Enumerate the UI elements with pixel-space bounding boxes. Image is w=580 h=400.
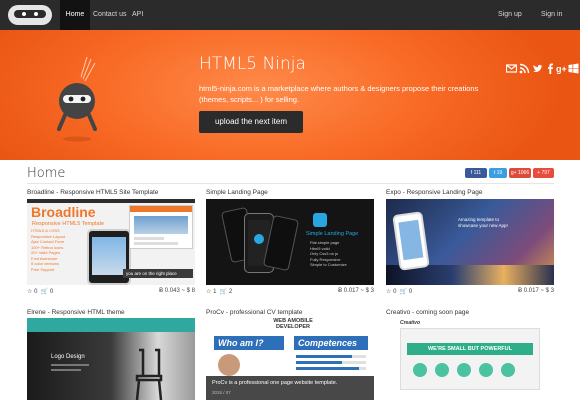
thumb-subtitle: Responsive HTML5 Template — [32, 221, 105, 227]
nav-api[interactable]: API — [132, 0, 143, 30]
skill-bar — [296, 355, 366, 358]
thumb-banner: WE'RE SMALL BUT POWERFUL — [407, 343, 533, 355]
card-price-expo: Ƀ 0.017 ~ $ 3 — [518, 288, 554, 294]
nav-home[interactable]: Home — [60, 0, 90, 30]
thumb-caption: Amazing template to showcase your new Ap… — [458, 217, 508, 228]
card-thumb-simple-landing[interactable]: Simple Landing Page Flat simple page Htm… — [206, 199, 374, 285]
google-plus-icon[interactable]: g+ — [556, 63, 567, 74]
bitcoin-icon: Ƀ — [159, 288, 164, 294]
card-stats-broadline: ☆ 0 🛒 0 — [27, 289, 54, 295]
card-stats-expo: ☆ 0 🛒 0 — [386, 289, 413, 295]
thumb-feature: Free Support — [31, 266, 55, 272]
mail-icon[interactable] — [506, 63, 517, 74]
cart-icon[interactable]: 🛒 — [400, 289, 407, 295]
thumb-who: Who am I? — [214, 336, 284, 350]
tooltip-text: ProCv is a professional one page website… — [212, 380, 338, 386]
star-icon[interactable]: ☆ — [27, 289, 32, 295]
tooltip-date: 2015 / 07 — [212, 390, 231, 395]
thumb-text-line — [51, 369, 81, 371]
thumb-photo — [27, 332, 195, 400]
thumb-text-line — [51, 364, 89, 366]
thumb-circle — [435, 363, 449, 377]
card-title-creativo[interactable]: Creativo - coming soon page — [386, 309, 469, 316]
twitter-icon[interactable] — [532, 63, 543, 74]
thumb-logo: Broadline — [31, 204, 96, 220]
card-title-expo[interactable]: Expo - Responsive Landing Page — [386, 189, 482, 196]
card-thumb-broadline[interactable]: Broadline Responsive HTML5 Template HTML… — [27, 199, 195, 285]
ninja-mascot-icon — [57, 56, 97, 142]
card-title-broadline[interactable]: Broadline - Responsive HTML5 Site Templa… — [27, 189, 158, 196]
card-thumb-creativo[interactable]: Creativo WE'RE SMALL BUT POWERFUL — [386, 318, 554, 400]
thumb-header-bar — [27, 318, 195, 332]
upload-button[interactable]: upload the next item — [199, 111, 303, 133]
facebook-share-button[interactable]: f 111 — [465, 168, 487, 178]
header-divider — [27, 183, 554, 184]
nav-contact[interactable]: Contact us — [93, 0, 126, 30]
google-share-count: 1066 — [517, 170, 530, 176]
facebook-share-count: 111 — [473, 170, 482, 176]
google-share-icon: g+ — [510, 170, 518, 176]
chair-icon — [135, 348, 163, 400]
card-price-simple-landing: Ƀ 0.017 ~ $ 3 — [338, 288, 374, 294]
google-share-button[interactable]: g+ 1066 — [509, 168, 531, 178]
cart-icon[interactable]: 🛒 — [220, 289, 227, 295]
hero-description: html5-ninja.com is a marketplace where a… — [199, 84, 479, 104]
rss-icon[interactable] — [519, 63, 530, 74]
hero-title: HTML5 Ninja — [199, 54, 306, 74]
thumb-feature-list: HTML5 & CSS3 Responsive Layout Ajax Cont… — [31, 228, 79, 284]
nav-signup[interactable]: Sign up — [498, 0, 522, 30]
card-thumb-procv[interactable]: WEB AMOBILE DEVELOPER Who am I? Competen… — [206, 318, 374, 400]
twitter-share-count: 19 — [496, 170, 503, 176]
top-navbar: Home Contact us API Sign up Sign in — [0, 0, 580, 30]
thumb-tooltip: ProCv is a professional one page website… — [206, 376, 374, 400]
other-share-count: 797 — [541, 170, 550, 176]
card-title-procv[interactable]: ProCv - professional CV template — [206, 309, 302, 316]
card-thumb-elrene[interactable]: Logo Design — [27, 318, 195, 400]
svg-text:g+: g+ — [556, 64, 567, 74]
card-title-simple-landing[interactable]: Simple Landing Page — [206, 189, 268, 196]
thumb-heading: Simple Landing Page — [306, 231, 359, 237]
thumb-line: Simple to Customize — [310, 262, 347, 267]
thumb-line-list: Flat simple page Html5 valid Only Css3 n… — [310, 240, 347, 268]
bitcoin-icon: Ƀ — [338, 288, 343, 294]
thumb-header: WEB AMOBILE DEVELOPER — [273, 318, 313, 330]
thumb-circle — [501, 363, 515, 377]
thumb-circle — [413, 363, 427, 377]
ninja-logo-icon[interactable] — [6, 3, 54, 27]
card-thumb-expo[interactable]: Amazing template to showcase your new Ap… — [386, 199, 554, 285]
thumb-circle — [479, 363, 493, 377]
thumb-competences: Competences — [294, 336, 368, 350]
thumb-topbar — [27, 199, 195, 203]
thumb-logo: Creativo — [400, 320, 421, 326]
star-icon[interactable]: ☆ — [206, 289, 211, 295]
thumb-avatar — [218, 354, 240, 376]
nav-signin[interactable]: Sign in — [541, 0, 562, 30]
thumb-phone-in-hand — [392, 211, 430, 271]
other-share-button[interactable]: + 797 — [533, 168, 554, 178]
twitter-share-button[interactable]: t 19 — [489, 168, 507, 178]
card-stats-simple-landing: ☆ 1 🛒 2 — [206, 289, 233, 295]
thumb-banner: you are on the right place — [123, 269, 193, 278]
skill-bar — [296, 361, 366, 364]
thumb-heading: Logo Design — [51, 354, 85, 360]
star-icon[interactable]: ☆ — [386, 289, 391, 295]
facebook-icon[interactable] — [545, 63, 556, 74]
bitcoin-icon: Ƀ — [518, 288, 523, 294]
skill-bar — [296, 367, 366, 370]
card-price-broadline: Ƀ 0.043 ~ $ 8 — [159, 288, 195, 294]
windows-icon[interactable] — [568, 63, 579, 74]
hero-banner: HTML5 Ninja html5-ninja.com is a marketp… — [0, 30, 580, 160]
cart-icon[interactable]: 🛒 — [41, 289, 48, 295]
page-title: Home — [27, 166, 66, 181]
thumb-app-icon — [313, 213, 327, 227]
thumb-circle — [457, 363, 471, 377]
card-title-elrene[interactable]: Elrene - Responsive HTML theme — [27, 309, 125, 316]
thumb-frame: WE'RE SMALL BUT POWERFUL — [400, 328, 540, 390]
thumb-browser — [129, 205, 193, 249]
